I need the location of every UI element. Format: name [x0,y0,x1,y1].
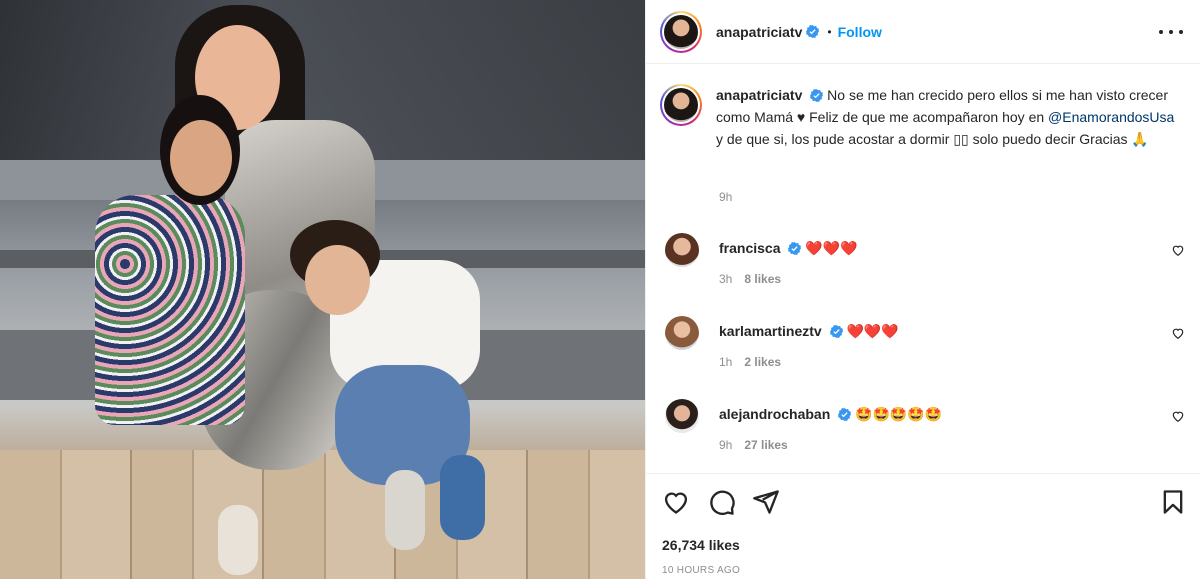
photo-boy-shoe [440,455,485,540]
comment-line: karlamartineztv ❤️❤️❤️ [719,323,899,340]
caption-username[interactable]: anapatriciatv [716,87,802,103]
commenter-username[interactable]: francisca [719,240,780,256]
likes-count[interactable]: 26,734 likes [662,537,740,553]
avatar-image [664,88,698,122]
photo-woman-shoe [385,470,425,550]
comment-text: 🤩🤩🤩🤩🤩 [855,406,943,422]
follow-button[interactable]: Follow [838,24,882,40]
comment-time[interactable]: 9h [719,438,732,452]
instagram-post: anapatriciatv • Follow anapatriciatv No … [0,0,1200,579]
separator-dot: • [827,24,832,39]
divider [646,473,1200,474]
avatar-image [664,14,698,49]
commenter-avatar[interactable] [665,233,699,267]
caption-mention-link[interactable]: @EnamorandosUsa [1048,109,1174,125]
comment-meta: 1h 2 likes [719,355,781,369]
post-header: anapatriciatv • Follow [646,0,1200,64]
comment-likes[interactable]: 2 likes [744,355,781,369]
comment-text: ❤️❤️❤️ [846,323,899,339]
caption-body-2: y de que si, los pude acostar a dormir ▯… [716,131,1149,147]
verified-badge-icon [838,408,852,421]
comment-likes[interactable]: 8 likes [744,272,781,286]
post-timestamp[interactable]: 10 HOURS AGO [662,565,740,576]
bookmark-icon[interactable] [1159,488,1187,516]
post-photo[interactable] [0,0,645,579]
comment-like-heart-icon[interactable] [1171,326,1185,340]
commenter-avatar[interactable] [665,316,699,350]
avatar[interactable] [660,10,702,53]
comment-likes[interactable]: 27 likes [744,438,787,452]
comment-meta: 3h 8 likes [719,272,781,286]
photo-girl-shoe [218,505,258,575]
verified-badge-icon [829,325,843,338]
photo-floor [0,450,645,579]
heart-icon[interactable] [662,488,690,516]
comment-meta: 9h 27 likes [719,438,788,452]
commenter-username[interactable]: alejandrochaban [719,406,830,422]
verified-badge-icon [810,89,824,102]
author-username[interactable]: anapatriciatv [716,24,802,40]
verified-badge-icon [806,25,820,38]
avatar-inner [662,12,700,51]
photo-girl-dress [95,195,245,425]
more-options-icon[interactable] [1159,22,1183,42]
comment-text: ❤️❤️❤️ [805,240,858,256]
commenter-avatar[interactable] [665,399,699,433]
post-actions [662,488,1187,518]
caption-avatar[interactable] [660,84,702,126]
comment-time[interactable]: 1h [719,355,732,369]
comment-line: alejandrochaban 🤩🤩🤩🤩🤩 [719,406,942,423]
comment-time[interactable]: 3h [719,272,732,286]
comment-like-heart-icon[interactable] [1171,409,1185,423]
post-side-panel: anapatriciatv • Follow anapatriciatv No … [645,0,1200,579]
photo-girl-face [170,120,232,196]
share-icon[interactable] [752,488,780,516]
photo-boy-face [305,245,370,315]
comment-like-heart-icon[interactable] [1171,243,1185,257]
commenter-username[interactable]: karlamartineztv [719,323,822,339]
comment-line: francisca ❤️❤️❤️ [719,240,858,257]
caption-text: anapatriciatv No se me han crecido pero … [716,84,1176,150]
caption-timestamp[interactable]: 9h [719,190,732,204]
comment-icon[interactable] [708,488,736,516]
verified-badge-icon [788,242,802,255]
avatar-inner [662,86,700,124]
caption: anapatriciatv No se me han crecido pero … [660,84,1185,150]
